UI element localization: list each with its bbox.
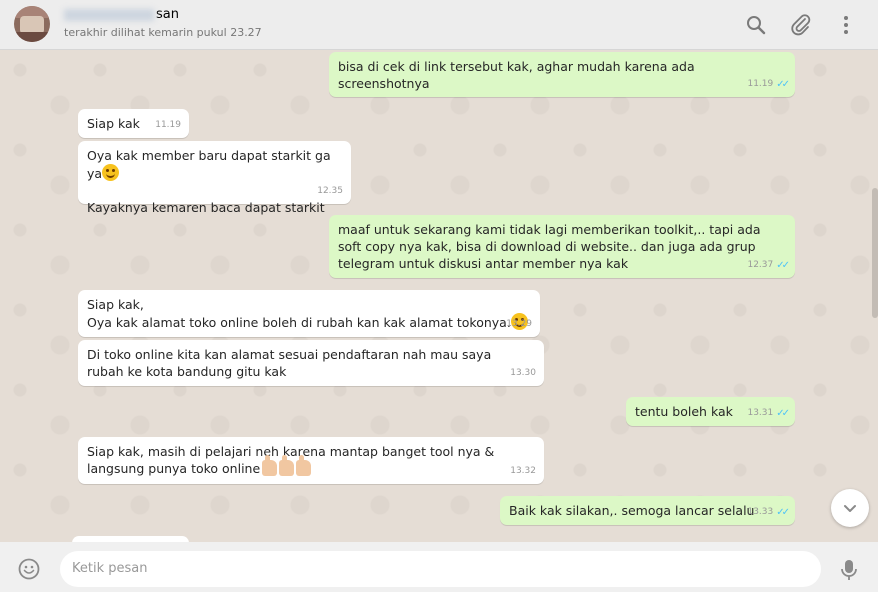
avatar[interactable] [14,6,50,42]
message-meta: 13.30 [510,368,536,378]
message-outgoing[interactable]: Baik kak silakan,. semoga lancar selalu … [500,496,795,525]
search-icon[interactable] [744,13,768,37]
chevron-down-icon [844,505,856,512]
scroll-down-button[interactable] [831,489,869,527]
message-text: Oya kak member baru dapat starkit ga ya [87,148,335,181]
smile-emoji [102,164,120,181]
thumbs-up-emoji [296,455,312,476]
scrollbar[interactable] [872,188,878,318]
message-input-placeholder: Ketik pesan [72,561,148,576]
message-meta: 12.35 [317,186,343,196]
compose-bar: Ketik pesan [0,542,878,592]
message-incoming[interactable]: Di toko online kita kan alamat sesuai pe… [78,340,544,386]
read-ticks-icon: ✓✓ [776,408,790,419]
message-text: Di toko online kita kan alamat sesuai pe… [87,347,496,379]
message-text: bisa di cek di link tersebut kak, aghar … [338,59,699,91]
message-text: Siap kak, masih di pelajari neh karena m… [87,444,499,476]
contact-name[interactable]: san [64,7,179,22]
paperclip-icon[interactable] [789,13,813,37]
last-seen-status: terakhir dilihat kemarin pukul 23.27 [64,26,262,39]
read-ticks-icon: ✓✓ [776,507,790,518]
message-text-line2: Oya kak alamat toko online boleh di ruba… [87,313,531,331]
message-meta: 13.32 [510,466,536,476]
message-input[interactable]: Ketik pesan [60,551,821,587]
thumbs-up-emoji [262,455,278,476]
message-incoming[interactable]: Siap kak, masih di pelajari neh karena m… [78,437,544,484]
message-incoming[interactable]: Siap kak 11.19 [78,109,189,138]
message-meta: 13.29 [506,319,532,329]
chat-header: san terakhir dilihat kemarin pukul 23.27 [0,0,878,50]
message-text: maaf untuk sekarang kami tidak lagi memb… [338,222,765,271]
message-text: Baik kak silakan,. semoga lancar selalu [509,503,755,518]
read-ticks-icon: ✓✓ [776,79,790,90]
read-ticks-icon: ✓✓ [776,260,790,271]
redacted-name-blur [64,8,154,21]
more-vertical-icon[interactable] [834,13,858,37]
message-meta: 12.37 ✓✓ [747,257,790,274]
message-outgoing[interactable]: tentu boleh kak 13.31 ✓✓ [626,397,795,426]
message-outgoing[interactable]: bisa di cek di link tersebut kak, aghar … [329,52,795,97]
message-incoming[interactable]: Siap kak, Oya kak alamat toko online bol… [78,290,540,337]
thumbs-up-emoji [279,455,295,476]
message-outgoing[interactable]: maaf untuk sekarang kami tidak lagi memb… [329,215,795,278]
message-meta: 13.31 ✓✓ [747,405,790,422]
message-meta: 13.33 ✓✓ [747,504,790,521]
message-text: Siap kak, [87,297,144,312]
message-incoming[interactable]: Oya kak member baru dapat starkit ga ya … [78,141,351,215]
microphone-icon[interactable] [838,558,860,582]
message-meta: 11.19 [155,120,181,130]
smiley-icon[interactable] [17,557,41,581]
message-text: Kayaknya kemaren baca dapat starkit [87,200,325,215]
message-meta: 11.19 ✓✓ [747,76,790,93]
message-list[interactable]: bisa di cek di link tersebut kak, aghar … [0,50,878,542]
